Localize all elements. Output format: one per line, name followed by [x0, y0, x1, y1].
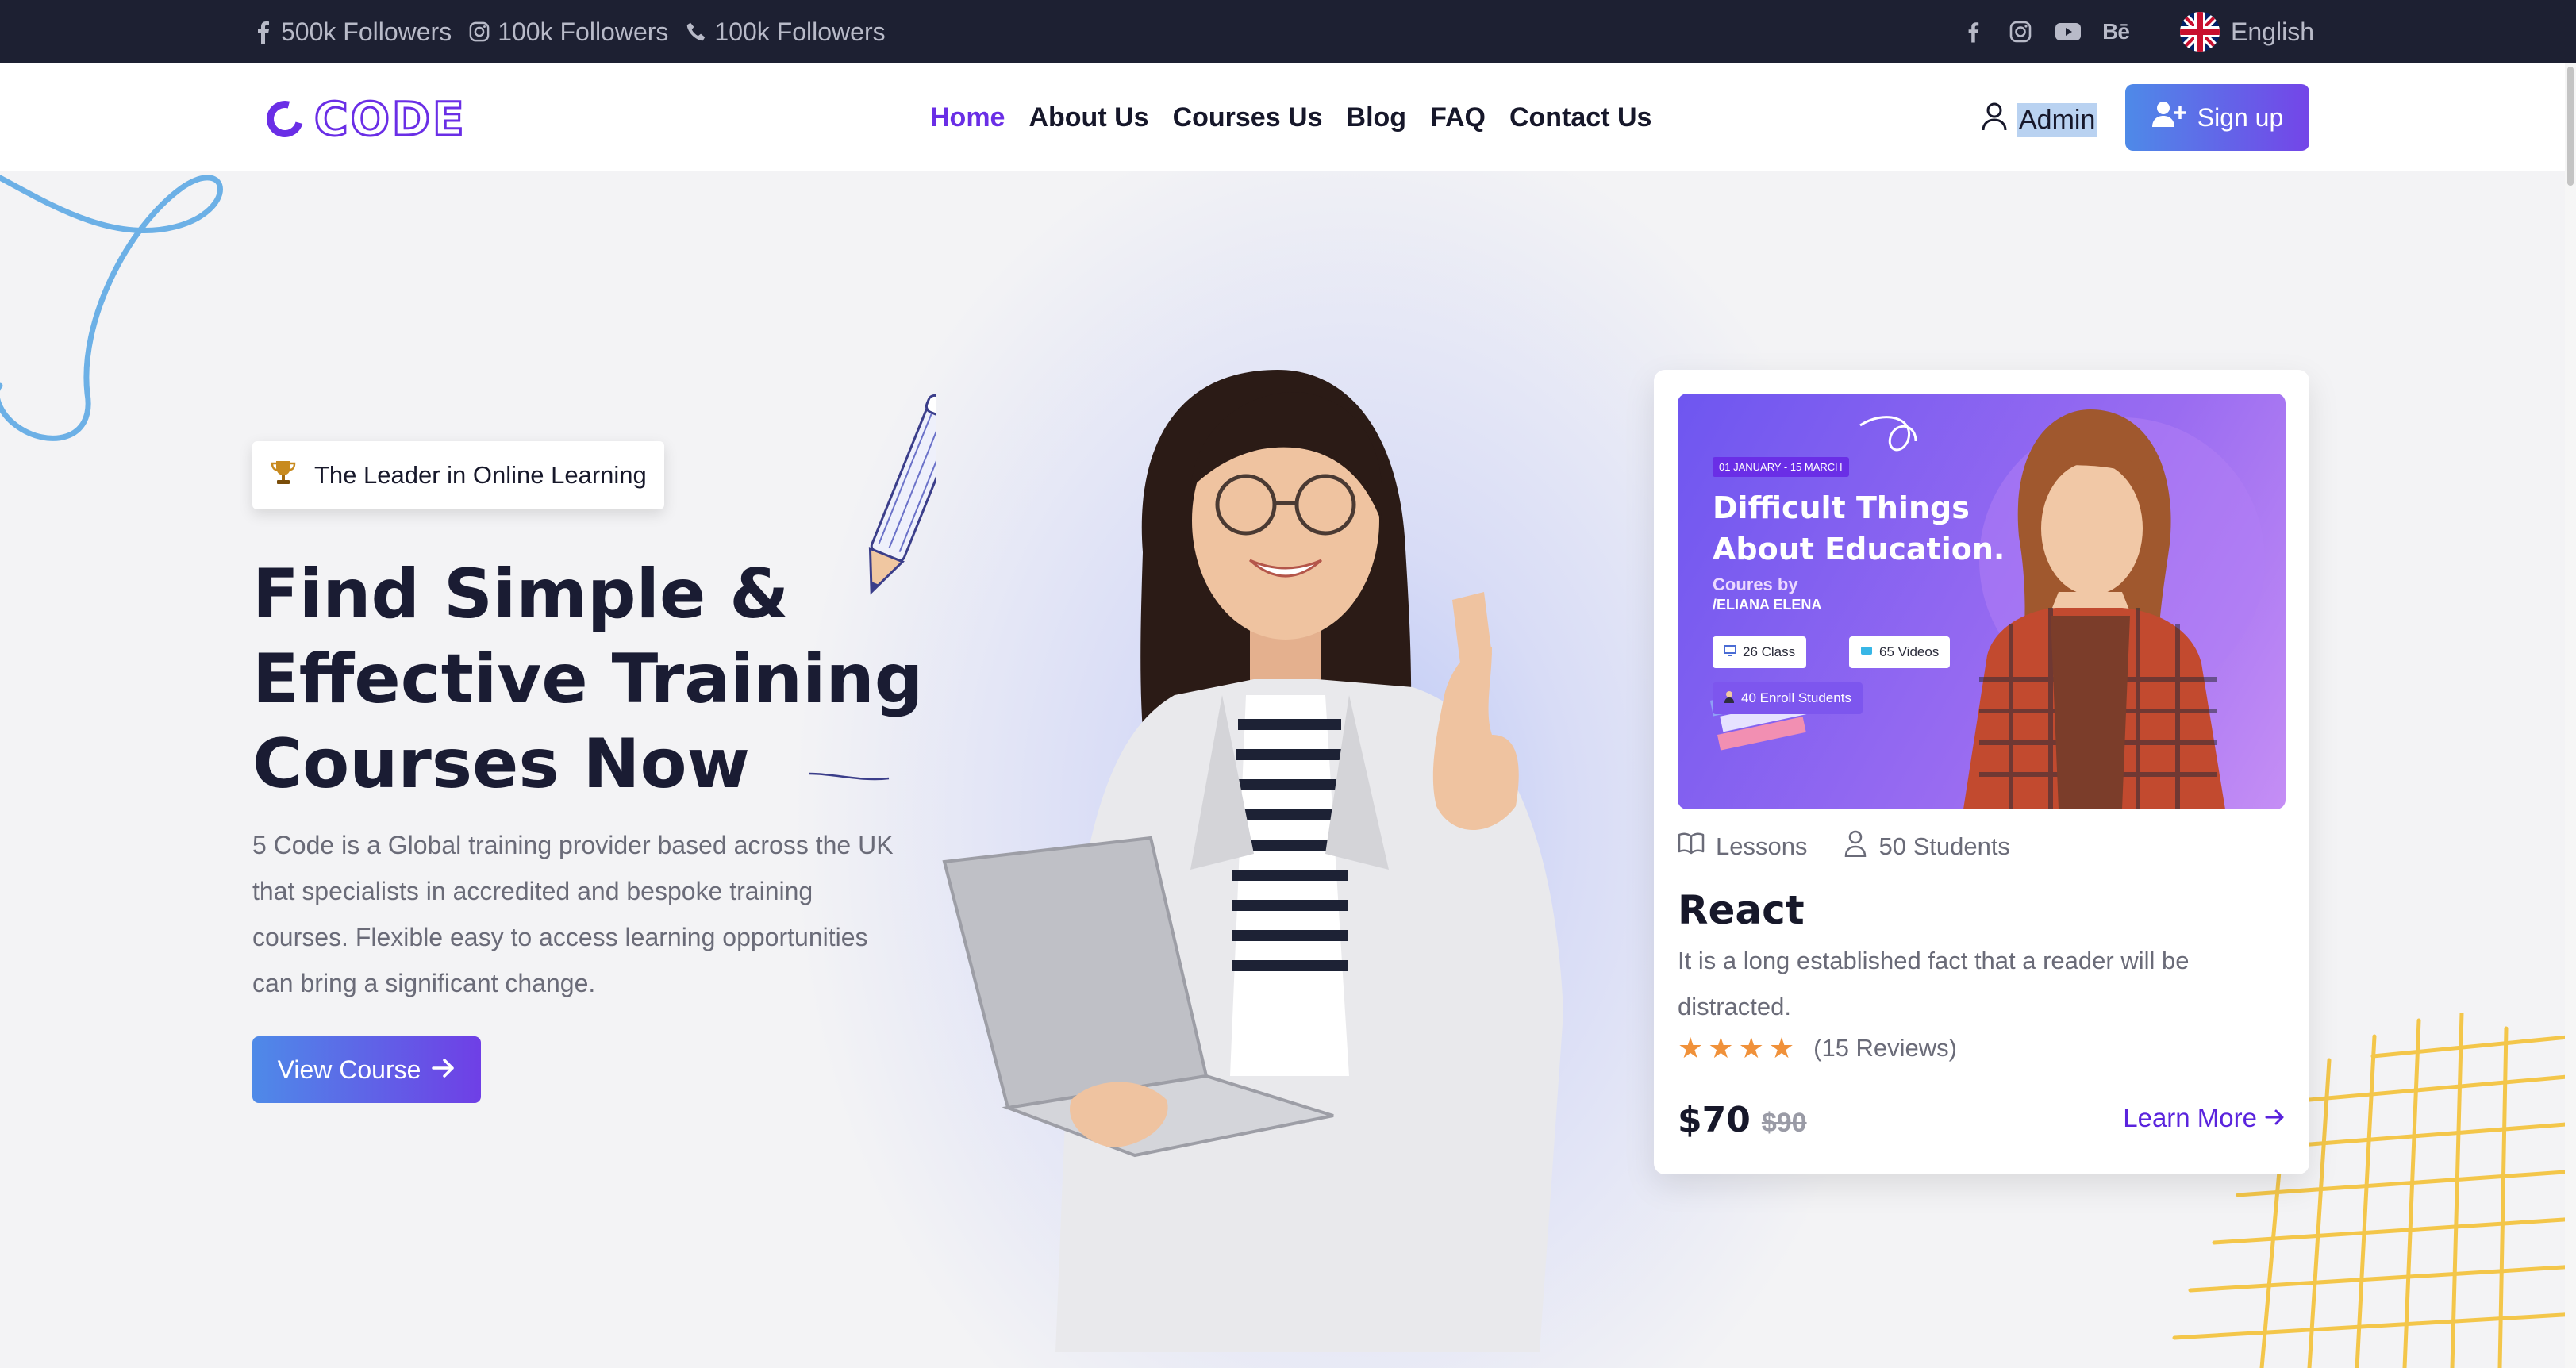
- hero-title-line-1: Find Simple &: [252, 555, 790, 634]
- instagram-followers-label: 100k Followers: [498, 17, 669, 46]
- main-nav: Home About Us Courses Us Blog FAQ Contac…: [930, 63, 1651, 171]
- facebook-icon[interactable]: [1959, 18, 1986, 45]
- learn-more-label: Learn More: [2123, 1103, 2257, 1132]
- thumbnail-title-line-1: Difficult Things: [1713, 490, 1970, 525]
- lessons-label: Lessons: [1716, 832, 1808, 860]
- leader-badge: The Leader in Online Learning: [252, 441, 664, 509]
- behance-icon[interactable]: Bē: [2102, 18, 2130, 45]
- thumbnail-chip-videos-label: 65 Videos: [1879, 644, 1940, 659]
- thumbnail-chip-class-label: 26 Class: [1743, 644, 1796, 659]
- site-logo[interactable]: CODE: [260, 91, 467, 148]
- hero-title: Find Simple & Effective Training Courses…: [252, 552, 967, 807]
- arrow-right-icon: [2265, 1103, 2286, 1133]
- signup-button[interactable]: Sign up: [2125, 84, 2309, 151]
- hero-description: 5 Code is a Global training provider bas…: [252, 831, 894, 997]
- hero-title-line-2: Effective Training: [252, 640, 924, 719]
- nav-courses-us[interactable]: Courses Us: [1173, 102, 1323, 133]
- star-icon: ★: [1738, 1032, 1764, 1064]
- students-meta: 50 Students: [1844, 830, 2010, 863]
- language-label: English: [2231, 17, 2314, 46]
- phone-followers-label: 100k Followers: [714, 17, 886, 46]
- uk-flag-icon: [2180, 12, 2220, 52]
- nav-about-us[interactable]: About Us: [1028, 102, 1148, 133]
- facebook-followers[interactable]: 500k Followers: [252, 17, 452, 47]
- thumbnail-author: /ELIANA ELENA: [1713, 597, 1822, 613]
- facebook-followers-label: 500k Followers: [281, 17, 452, 46]
- main-header: CODE Home About Us Courses Us Blog FAQ C…: [0, 63, 2576, 171]
- badge-text: The Leader in Online Learning: [314, 461, 647, 489]
- course-description: It is a long established fact that a rea…: [1678, 947, 2190, 1020]
- user-icon: [1844, 830, 1867, 863]
- youtube-icon[interactable]: [2055, 18, 2082, 45]
- hero-woman-image: [942, 370, 1563, 1352]
- course-price: $70 $90: [1678, 1100, 1807, 1140]
- star-icon: ★: [1678, 1032, 1704, 1064]
- instagram-icon[interactable]: [2007, 18, 2034, 45]
- reviews-count: (15 Reviews): [1813, 1034, 1958, 1062]
- logo-text: CODE: [313, 91, 467, 148]
- arrow-right-icon: [432, 1055, 456, 1085]
- hero-title-line-3: Courses Now: [252, 724, 750, 804]
- star-icon: ★: [1708, 1032, 1734, 1064]
- monitor-icon: [1724, 644, 1736, 660]
- instagram-icon: [469, 21, 490, 42]
- add-user-icon: [2151, 100, 2186, 135]
- social-stats: 500k Followers 100k Followers 100k Follo…: [252, 0, 886, 63]
- star-icon: ★: [1768, 1032, 1795, 1064]
- trophy-icon: [270, 459, 297, 492]
- thumbnail-title: Difficult Things About Education.: [1713, 487, 2005, 570]
- thumbnail-date: 01 JANUARY - 15 MARCH: [1713, 457, 1849, 477]
- nav-contact-us[interactable]: Contact Us: [1509, 102, 1651, 133]
- scrollbar-thumb[interactable]: [2567, 67, 2574, 186]
- lessons-meta: Lessons: [1678, 832, 1807, 861]
- blue-curve-doodle: [0, 175, 223, 441]
- thumbnail-title-line-2: About Education.: [1713, 532, 2005, 567]
- social-links: Bē English: [1959, 0, 2314, 63]
- student-icon: [1724, 690, 1735, 707]
- book-icon: [1678, 832, 1705, 861]
- view-course-label: View Course: [277, 1055, 421, 1084]
- phone-icon: [686, 21, 706, 42]
- admin-link[interactable]: Admin: [1981, 102, 2097, 139]
- user-icon: [1981, 102, 2008, 139]
- facebook-icon: [252, 21, 273, 44]
- course-card[interactable]: 01 JANUARY - 15 MARCH Difficult Things A…: [1654, 370, 2309, 1174]
- language-selector[interactable]: English: [2180, 12, 2314, 52]
- thumbnail-chip-class: 26 Class: [1713, 636, 1807, 668]
- nav-faq[interactable]: FAQ: [1430, 102, 1486, 133]
- nav-home[interactable]: Home: [930, 102, 1005, 133]
- hero-section: The Leader in Online Learning Find Simpl…: [0, 171, 2576, 1368]
- view-course-button[interactable]: View Course: [252, 1036, 481, 1103]
- course-meta: Lessons 50 Students: [1678, 830, 2010, 863]
- video-icon: [1860, 644, 1873, 660]
- logo-mark-icon: [260, 94, 310, 144]
- course-title[interactable]: React: [1678, 887, 1805, 933]
- star-rating: ★ ★ ★ ★: [1678, 1032, 1794, 1065]
- students-label: 50 Students: [1878, 832, 2010, 860]
- course-thumbnail[interactable]: 01 JANUARY - 15 MARCH Difficult Things A…: [1678, 394, 2286, 809]
- signup-label: Sign up: [2197, 102, 2284, 132]
- top-bar: 500k Followers 100k Followers 100k Follo…: [0, 0, 2576, 63]
- phone-followers[interactable]: 100k Followers: [686, 17, 886, 47]
- learn-more-link[interactable]: Learn More: [2123, 1103, 2286, 1133]
- thumbnail-chip-students: 40 Enroll Students: [1713, 682, 1863, 714]
- price-current: $70: [1678, 1100, 1751, 1140]
- thumbnail-by: Coures by: [1713, 574, 1798, 594]
- thumbnail-chip-students-label: 40 Enroll Students: [1741, 690, 1851, 705]
- instagram-followers[interactable]: 100k Followers: [469, 17, 668, 47]
- price-original: $90: [1761, 1108, 1807, 1138]
- nav-blog[interactable]: Blog: [1347, 102, 1407, 133]
- admin-label: Admin: [2017, 103, 2097, 137]
- course-rating: ★ ★ ★ ★ (15 Reviews): [1678, 1032, 1957, 1065]
- page-scrollbar[interactable]: [2565, 63, 2576, 1368]
- thumbnail-chip-videos: 65 Videos: [1849, 636, 1951, 668]
